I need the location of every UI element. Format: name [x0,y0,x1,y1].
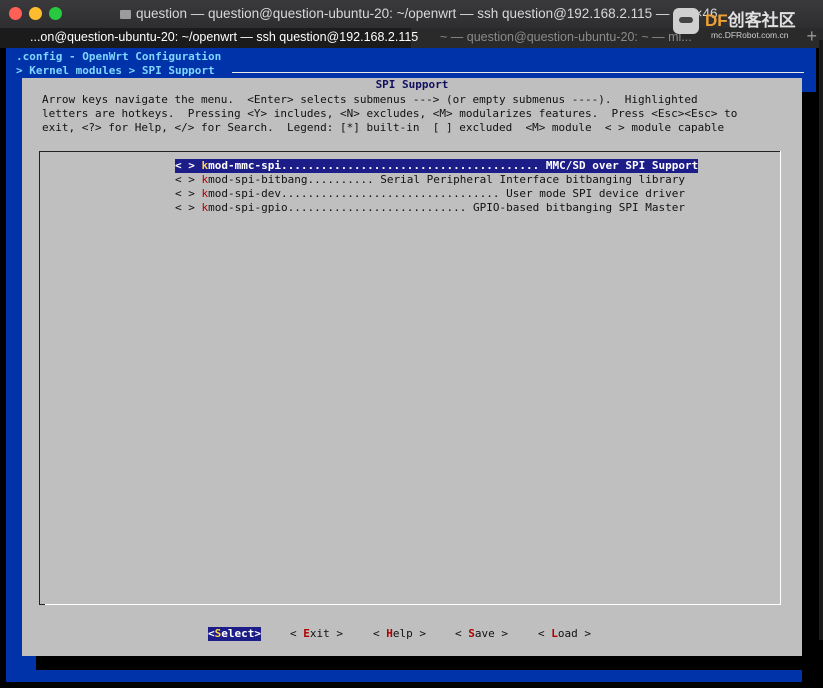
btn-label: elp [392,627,413,640]
terminal-area[interactable]: .config - OpenWrt Configuration > Kernel… [6,48,816,684]
btn-bracket: > [254,627,261,640]
folder-icon [120,10,131,19]
btn-label: elect [221,627,255,640]
btn-hotkey: L [551,627,558,640]
btn-bracket: < [455,627,469,640]
btn-bracket: > [577,627,591,640]
menu-item-kmod-spi-gpio[interactable]: < > kmod-spi-gpio.......................… [175,201,685,215]
help-text: Arrow keys navigate the menu. <Enter> se… [42,93,738,134]
list-border-right [780,151,781,605]
btn-bracket: > [329,627,343,640]
btn-label: xit [309,627,330,640]
dialog-shadow-right [802,92,816,684]
minimize-window-button[interactable] [29,7,42,20]
exit-button[interactable]: < Exit > [290,627,343,641]
module-checkbox: < > [175,159,202,172]
robot-logo-icon [673,8,699,34]
config-header: .config - OpenWrt Configuration [16,50,222,63]
btn-bracket: > [494,627,508,640]
btn-label: ave [474,627,495,640]
dialog-shadow-bottom [36,656,816,670]
list-border-bottom-light [45,604,781,605]
button-bar: <Select> < Exit > < Help > < Save > < Lo… [22,627,802,641]
header-divider [232,72,804,73]
btn-hotkey: S [468,627,475,640]
menu-item-kmod-spi-bitbang[interactable]: < > kmod-spi-bitbang.......... Serial Pe… [175,173,685,187]
module-checkbox: < > [175,187,202,200]
menu-item-label: mod-spi-gpio........................... … [208,201,685,214]
menu-item-label: mod-mmc-spi.............................… [208,159,699,172]
watermark-logo: DF创客社区 mc.DFRobot.com.cn [667,2,817,42]
btn-label: oad [557,627,578,640]
zoom-window-button[interactable] [49,7,62,20]
dialog-title: SPI Support [375,78,449,91]
menu-item-kmod-mmc-spi[interactable]: < > kmod-mmc-spi........................… [175,159,699,173]
breadcrumb: > Kernel modules > SPI Support [16,64,222,77]
window-scrollbar[interactable] [819,40,823,640]
menu-item-label: mod-spi-bitbang.......... Serial Periphe… [208,173,685,186]
window-title-text: question — question@question-ubuntu-20: … [136,6,718,21]
btn-bracket: < [373,627,387,640]
select-button[interactable]: <Select> [208,627,261,641]
tab-ssh-openwrt[interactable]: ...on@question-ubuntu-20: ~/openwrt — ss… [0,28,418,48]
menu-list: < > kmod-mmc-spi........................… [39,151,781,605]
tab-label: ~ — question@question-ubuntu-20: ~ — mi.… [440,30,692,44]
list-border-left [39,151,40,605]
btn-bracket: < [290,627,304,640]
close-window-button[interactable] [9,7,22,20]
save-button[interactable]: < Save > [455,627,508,641]
btn-bracket: < [538,627,552,640]
btn-bracket: > [412,627,426,640]
tab-label: ...on@question-ubuntu-20: ~/openwrt — ss… [30,30,419,44]
watermark-site: mc.DFRobot.com.cn [711,30,789,40]
menuconfig-dialog: SPI Support Arrow keys navigate the menu… [22,78,802,656]
btn-bracket: < [208,627,215,640]
window-title: question — question@question-ubuntu-20: … [120,6,718,21]
help-button[interactable]: < Help > [373,627,426,641]
module-checkbox: < > [175,201,202,214]
watermark-brand: DF创客社区 [705,11,796,30]
list-border-top [39,151,781,152]
menu-item-kmod-spi-dev[interactable]: < > kmod-spi-dev........................… [175,187,685,201]
btn-hotkey: E [303,627,310,640]
btn-hotkey: H [386,627,393,640]
load-button[interactable]: < Load > [538,627,591,641]
module-checkbox: < > [175,173,202,186]
menu-item-label: mod-spi-dev.............................… [208,187,685,200]
